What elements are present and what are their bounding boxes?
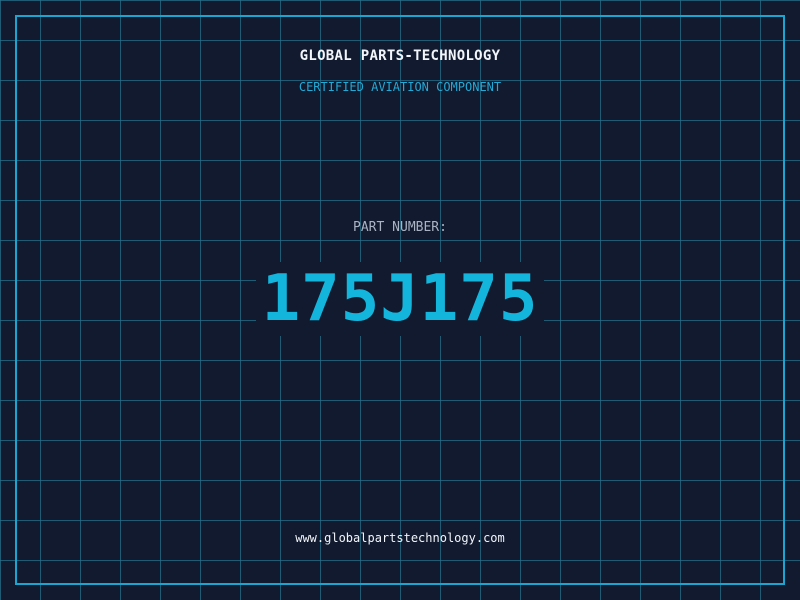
part-number-text: 175J175 — [255, 262, 545, 336]
part-card: GLOBAL PARTS-TECHNOLOGY CERTIFIED AVIATI… — [0, 0, 800, 600]
part-number-value: 175J175 — [0, 262, 800, 336]
website-link[interactable]: www.globalpartstechnology.com — [0, 531, 800, 545]
part-number-label: PART NUMBER: — [353, 220, 447, 235]
certification-tagline: CERTIFIED AVIATION COMPONENT — [298, 80, 502, 94]
company-name: GLOBAL PARTS-TECHNOLOGY — [299, 48, 501, 64]
